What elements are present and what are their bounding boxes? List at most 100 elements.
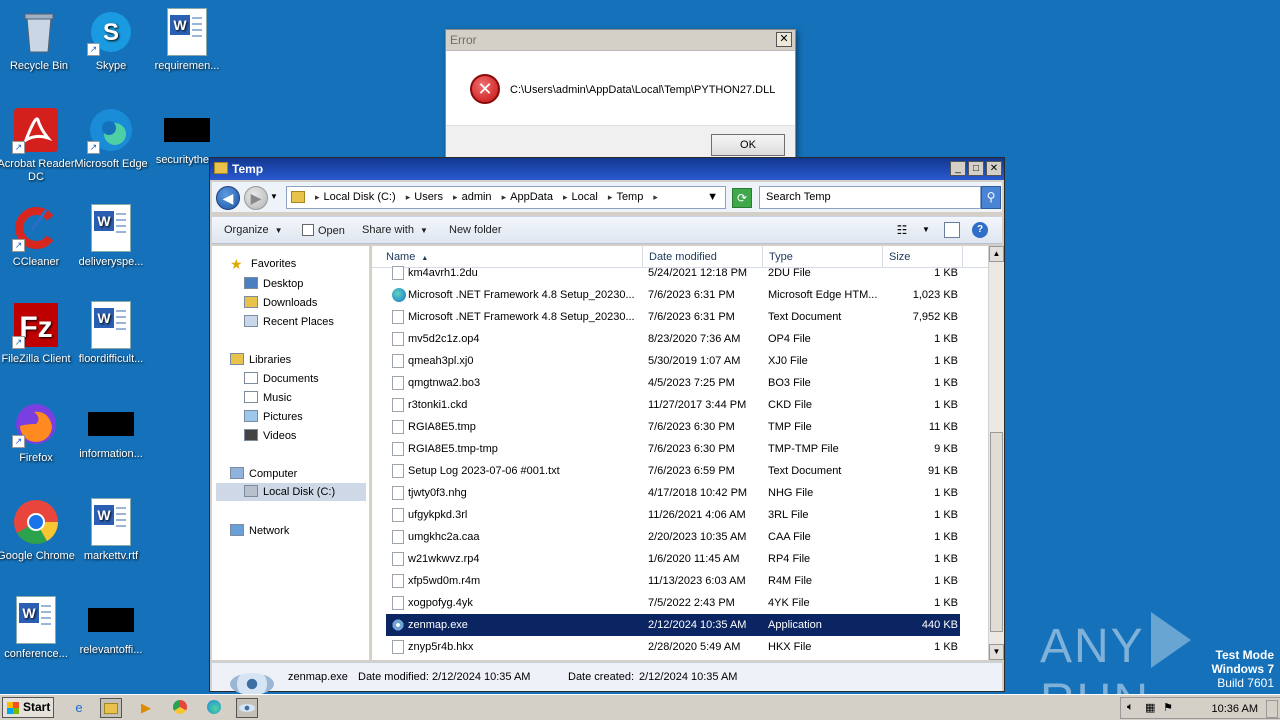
nav-music[interactable]: Music <box>244 391 292 404</box>
table-row[interactable]: xogpofyg.4yk 7/5/2022 2:43 PM 4YK File 1 KB <box>386 592 960 614</box>
table-row[interactable]: znyp5r4b.hkx 2/28/2020 5:49 AM HKX File 1 K… <box>386 636 960 658</box>
table-row[interactable]: Microsoft .NET Framework 4.8 Setup_20230… <box>386 284 960 306</box>
desktop-icon-filezilla[interactable]: Fz ↗ FileZilla Client <box>0 301 75 366</box>
table-row[interactable]: ufgykpkd.3rl 11/26/2021 4:06 AM 3RL File 1 … <box>386 504 960 526</box>
scroll-down-icon[interactable]: ▼ <box>989 644 1004 660</box>
minimize-button[interactable]: _ <box>950 161 966 176</box>
show-desktop-button[interactable] <box>1266 700 1278 718</box>
error-dialog-titlebar[interactable]: Error ✕ <box>446 30 795 51</box>
nav-desktop[interactable]: Desktop <box>244 277 303 290</box>
desktop-icon-markettv-rtf[interactable]: W markettv.rtf <box>72 498 150 563</box>
table-row[interactable]: km4avrh1.2du 5/24/2021 12:18 PM 2DU File 1 … <box>386 262 960 284</box>
table-row[interactable]: umgkhc2a.caa 2/20/2023 10:35 AM CAA File 1 … <box>386 526 960 548</box>
internet-explorer-icon[interactable]: e <box>68 698 90 718</box>
refresh-icon[interactable]: ⟳ <box>732 188 752 208</box>
file-date-modified: 7/6/2023 6:31 PM <box>648 311 735 323</box>
nav-computer[interactable]: Computer <box>230 467 297 480</box>
breadcrumb-local[interactable]: Local <box>572 191 598 203</box>
maximize-button[interactable]: □ <box>968 161 984 176</box>
desktop-icon-chrome[interactable]: Google Chrome <box>0 498 75 563</box>
search-icon[interactable]: ⚲ <box>981 186 1001 209</box>
open-icon <box>302 224 314 236</box>
breadcrumb-temp[interactable]: Temp <box>616 191 643 203</box>
table-row[interactable]: w21wkwvz.rp4 1/6/2020 11:45 AM RP4 File 1 K… <box>386 548 960 570</box>
preview-pane-icon[interactable] <box>944 222 960 238</box>
table-row[interactable]: r3tonki1.ckd 11/27/2017 3:44 PM CKD File 1 … <box>386 394 960 416</box>
table-row[interactable]: mv5d2c1z.op4 8/23/2020 7:36 AM OP4 File 1 K… <box>386 328 960 350</box>
edge-taskbar-icon[interactable] <box>203 698 225 718</box>
table-row[interactable]: xfp5wd0m.r4m 11/13/2023 6:03 AM R4M File 1 … <box>386 570 960 592</box>
address-dropdown-chevron-icon[interactable]: ▼ <box>707 187 718 208</box>
details-file-name: zenmap.exe <box>288 671 348 683</box>
change-view-icon[interactable]: ☷ <box>894 222 910 238</box>
file-name: RGIA8E5.tmp-tmp <box>408 443 498 455</box>
share-with-button[interactable]: Share with ▼ <box>362 224 428 236</box>
close-button[interactable]: ✕ <box>986 161 1002 176</box>
acrobat-reader-icon: ↗ <box>12 106 60 154</box>
desktop-icon-ccleaner[interactable]: ↗ CCleaner <box>0 204 75 269</box>
vertical-scrollbar[interactable]: ▲ ▼ <box>988 246 1004 660</box>
volume-icon[interactable]: 🔈︎ <box>1127 701 1134 714</box>
table-row[interactable]: RGIA8E5.tmp 7/6/2023 6:30 PM TMP File 11 KB <box>386 416 960 438</box>
table-row[interactable]: Microsoft .NET Framework 4.8 Setup_20230… <box>386 306 960 328</box>
table-row[interactable]: tjwty0f3.nhg 4/17/2018 10:42 PM NHG File 1 … <box>386 482 960 504</box>
nav-videos[interactable]: Videos <box>244 429 296 442</box>
nav-pictures[interactable]: Pictures <box>244 410 303 423</box>
desktop-icon-firefox[interactable]: ↗ Firefox <box>0 400 75 465</box>
desktop-icon-delivery-doc[interactable]: W deliveryspe... <box>72 204 150 269</box>
back-arrow-icon[interactable]: ◀ <box>216 186 240 210</box>
breadcrumb-users[interactable]: Users <box>414 191 443 203</box>
zenmap-taskbar-icon[interactable] <box>236 698 258 718</box>
file-icon <box>392 486 404 500</box>
organize-button[interactable]: Organize ▼ <box>224 224 283 236</box>
forward-arrow-icon[interactable]: ▶ <box>244 186 268 210</box>
search-input[interactable]: Search Temp <box>759 186 981 209</box>
action-center-flag-icon[interactable]: ⚑ <box>1163 701 1173 714</box>
breadcrumb-local-disk[interactable]: Local Disk (C:) <box>324 191 396 203</box>
nav-local-disk[interactable]: Local Disk (C:) <box>216 483 366 501</box>
desktop-icon-recycle-bin[interactable]: Recycle Bin <box>0 8 78 73</box>
network-tray-icon[interactable]: ▦ <box>1145 701 1155 714</box>
nav-downloads[interactable]: Downloads <box>244 296 317 309</box>
ok-button[interactable]: OK <box>711 134 785 156</box>
desktop-icon-conference-doc[interactable]: W conference... <box>0 596 75 661</box>
nav-recent-places[interactable]: Recent Places <box>244 315 334 328</box>
breadcrumb[interactable]: ▸ Local Disk (C:) ▸ Users ▸ admin ▸ AppData … <box>286 186 726 209</box>
help-icon[interactable]: ? <box>972 222 988 238</box>
desktop-icon-edge[interactable]: ↗ Microsoft Edge <box>72 106 150 171</box>
table-row[interactable]: zenmap.exe 2/12/2024 10:35 AM Application 4… <box>386 614 960 636</box>
desktop-icon-requirements-doc[interactable]: W requiremen... <box>148 8 226 73</box>
new-folder-button[interactable]: New folder <box>449 224 502 236</box>
open-button[interactable]: Open <box>302 224 345 237</box>
nav-network[interactable]: Network <box>230 524 289 537</box>
nav-favorites[interactable]: ★ Favorites <box>230 257 296 271</box>
nav-libraries[interactable]: Libraries <box>230 353 291 366</box>
scroll-up-icon[interactable]: ▲ <box>989 246 1004 262</box>
breadcrumb-appdata[interactable]: AppData <box>510 191 553 203</box>
table-row[interactable]: qmeah3pl.xj0 5/30/2019 1:07 AM XJ0 File 1 K… <box>386 350 960 372</box>
recent-pages-chevron-icon[interactable]: ▼ <box>270 192 278 201</box>
error-dialog-footer: OK <box>446 125 795 158</box>
explorer-titlebar[interactable]: Temp _ □ ✕ <box>210 158 1004 180</box>
chrome-taskbar-icon[interactable] <box>169 698 191 718</box>
view-options-chevron-icon[interactable]: ▼ <box>918 222 934 238</box>
scrollbar-thumb[interactable] <box>990 432 1003 632</box>
start-button[interactable]: Start <box>2 697 54 718</box>
table-row[interactable]: RGIA8E5.tmp-tmp 7/6/2023 6:30 PM TMP-TMP F… <box>386 438 960 460</box>
desktop-icon-skype[interactable]: S ↗ Skype <box>72 8 150 73</box>
clock[interactable]: 10:36 AM <box>1212 703 1258 715</box>
breadcrumb-admin[interactable]: admin <box>462 191 492 203</box>
nav-documents[interactable]: Documents <box>244 372 319 385</box>
desktop-icon-information-file[interactable]: information... <box>72 400 150 461</box>
desktop-icon-floor-doc[interactable]: W floordifficult... <box>72 301 150 366</box>
media-player-icon[interactable]: ▶ <box>135 698 157 718</box>
desktop-icon-relevant-file[interactable]: relevantoffi... <box>72 596 150 657</box>
file-type: NHG File <box>768 487 814 499</box>
desktop-icon-acrobat[interactable]: ↗ Acrobat Reader DC <box>0 106 75 184</box>
chevron-down-icon: ▼ <box>274 226 283 235</box>
table-row[interactable]: qmgtnwa2.bo3 4/5/2023 7:25 PM BO3 File 1 KB <box>386 372 960 394</box>
file-size: 1 KB <box>934 509 958 521</box>
table-row[interactable]: Setup Log 2023-07-06 #001.txt 7/6/2023 6:… <box>386 460 960 482</box>
close-icon[interactable]: ✕ <box>776 32 792 47</box>
explorer-taskbar-icon[interactable] <box>100 698 122 718</box>
